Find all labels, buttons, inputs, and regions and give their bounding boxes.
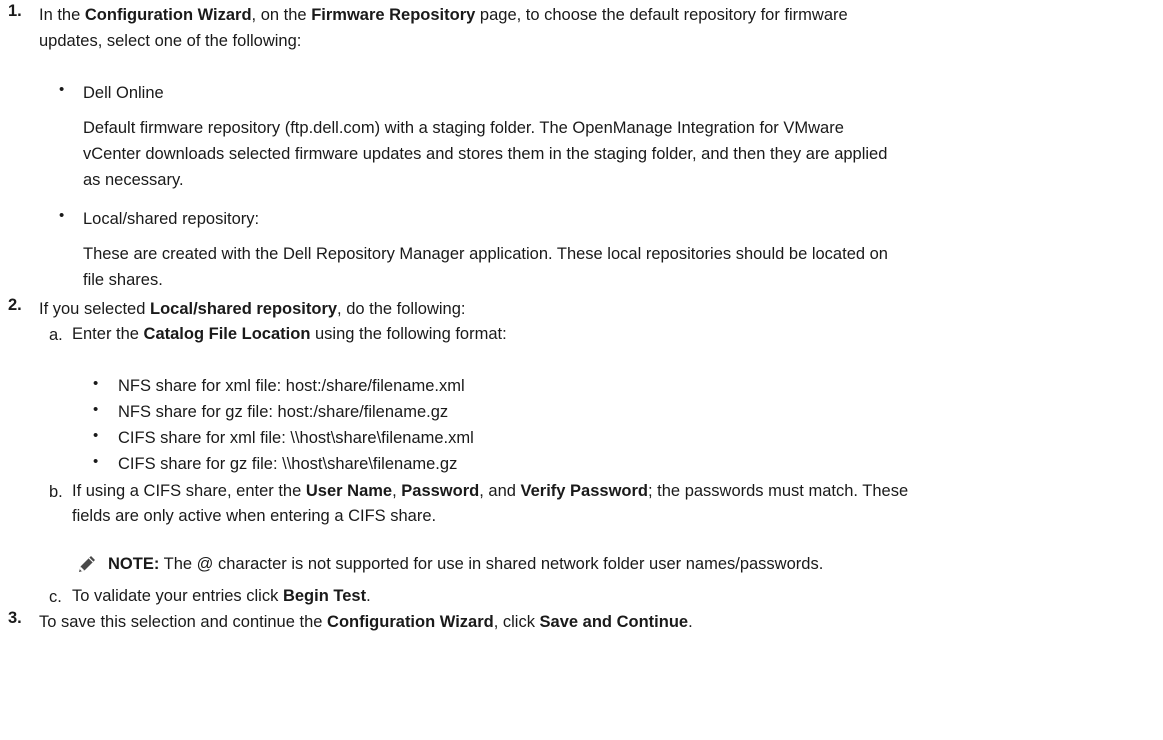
substep-marker: c. — [49, 588, 62, 606]
bullet-icon: • — [93, 453, 99, 470]
bullet-icon: • — [93, 401, 99, 418]
catalog-file-location-term: Catalog File Location — [143, 325, 311, 343]
configuration-wizard-term: Configuration Wizard — [84, 6, 252, 24]
step2-line: If you selected Local/shared repository,… — [39, 300, 466, 318]
format-item: NFS share for xml file: host:/share/file… — [118, 377, 465, 395]
substep-b-line1: If using a CIFS share, enter the User Na… — [72, 482, 909, 500]
option-title: Dell Online — [83, 84, 164, 102]
substep-c-line: To validate your entries click Begin Tes… — [72, 587, 371, 605]
step-number: 1. — [8, 2, 22, 20]
step1-line1: In the Configuration Wizard, on the Firm… — [39, 6, 848, 24]
format-item: CIFS share for gz file: \\host\share\fil… — [118, 455, 458, 473]
note-label: NOTE: — [108, 555, 160, 573]
substep-marker: a. — [49, 326, 63, 344]
option-desc-line: file shares. — [83, 271, 163, 289]
substep-b-line2: fields are only active when entering a C… — [72, 507, 437, 525]
note-text: NOTE: The @ character is not supported f… — [108, 555, 824, 573]
format-item: CIFS share for xml file: \\host\share\fi… — [118, 429, 474, 447]
option-desc-line: as necessary. — [83, 171, 184, 189]
save-and-continue-term: Save and Continue — [539, 613, 689, 631]
bullet-icon: • — [59, 81, 65, 98]
option-desc-line: These are created with the Dell Reposito… — [83, 245, 888, 263]
local-shared-repository-term: Local/shared repository — [149, 300, 338, 318]
password-term: Password — [401, 482, 480, 500]
step-number: 3. — [8, 609, 22, 627]
option-title: Local/shared repository: — [83, 210, 260, 228]
document-page: 1. In the Configuration Wizard, on the F… — [0, 0, 1163, 740]
user-name-term: User Name — [305, 482, 393, 500]
configuration-wizard-term: Configuration Wizard — [327, 613, 494, 631]
firmware-repository-term: Firmware Repository — [311, 6, 476, 24]
begin-test-term: Begin Test — [282, 587, 367, 605]
step3-line: To save this selection and continue the … — [39, 613, 693, 631]
verify-password-term: Verify Password — [520, 482, 648, 500]
step1-line2: updates, select one of the following: — [39, 32, 302, 50]
pencil-note-icon — [77, 554, 97, 574]
format-item: NFS share for gz file: host:/share/filen… — [118, 403, 449, 421]
option-desc-line: Default firmware repository (ftp.dell.co… — [83, 119, 844, 137]
substep-marker: b. — [49, 483, 63, 501]
bullet-icon: • — [93, 427, 99, 444]
bullet-icon: • — [59, 207, 65, 224]
substep-a-line: Enter the Catalog File Location using th… — [72, 325, 507, 343]
step-number: 2. — [8, 296, 22, 314]
bullet-icon: • — [93, 375, 99, 392]
option-desc-line: vCenter downloads selected firmware upda… — [83, 145, 888, 163]
